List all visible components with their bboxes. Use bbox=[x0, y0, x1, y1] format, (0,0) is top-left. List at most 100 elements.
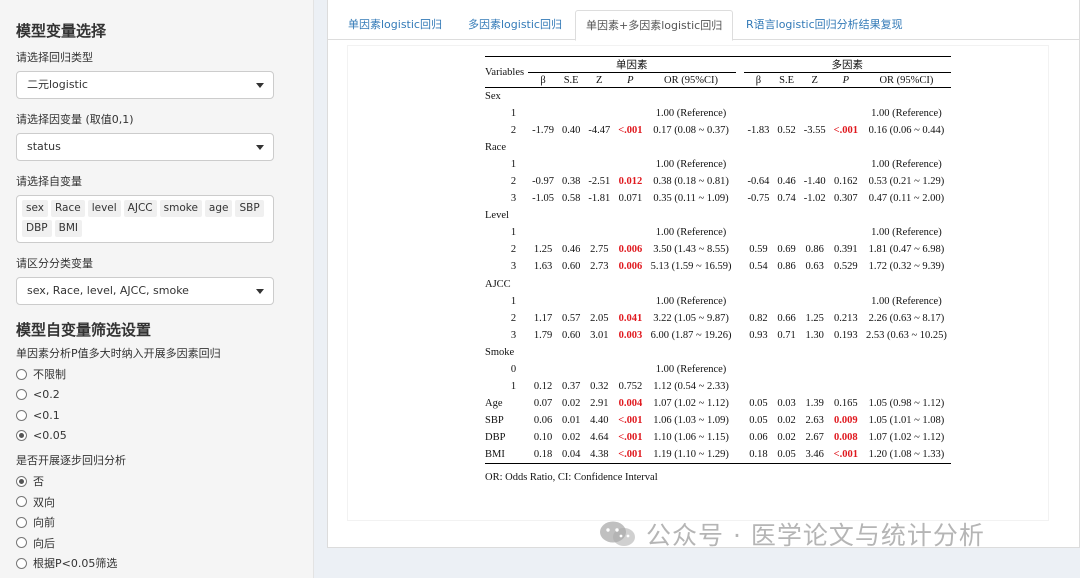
chevron-down-icon bbox=[256, 289, 264, 294]
dep-var-label: 请选择因变量 (取值0,1) bbox=[16, 113, 134, 126]
radio-checked-icon[interactable] bbox=[16, 475, 27, 487]
radio-unchecked-icon[interactable] bbox=[16, 389, 27, 401]
p-threshold-option[interactable]: 不限制 bbox=[16, 364, 297, 385]
table-cell: 0.041 bbox=[618, 312, 643, 324]
indep-var-chip[interactable]: smoke bbox=[159, 200, 202, 217]
row-label: 1 bbox=[510, 381, 517, 393]
table-cell bbox=[744, 105, 774, 122]
row-label: 3 bbox=[510, 329, 517, 341]
radio-unchecked-icon[interactable] bbox=[16, 368, 27, 380]
table-cell: 0.46 bbox=[561, 244, 581, 256]
p-threshold-option[interactable]: <0.2 bbox=[16, 385, 297, 406]
stepwise-option[interactable]: 双向 bbox=[16, 492, 297, 513]
table-cell bbox=[558, 361, 584, 378]
radio-unchecked-icon[interactable] bbox=[16, 496, 27, 508]
radio-unchecked-icon[interactable] bbox=[16, 409, 27, 421]
table-cell: 3.50 (1.43 ~ 8.55) bbox=[653, 244, 729, 256]
table-cell: 1.17 bbox=[533, 312, 553, 324]
table-cell: 0.307 bbox=[833, 193, 858, 205]
row-label: 3 bbox=[510, 193, 517, 205]
wechat-icon bbox=[600, 521, 635, 546]
column-header: P bbox=[627, 74, 634, 86]
tab-r-reproduction[interactable]: R语言logistic回归分析结果复现 bbox=[736, 10, 913, 41]
table-cell: 0.86 bbox=[777, 261, 796, 273]
table-row: 1 1.00 (Reference) 1.00 (Reference) bbox=[485, 293, 951, 310]
tab-bar: 单因素logistic回归 多因素logistic回归 单因素+多因素logis… bbox=[328, 0, 1079, 41]
table-cell bbox=[614, 293, 646, 310]
table-cell: 0.06 bbox=[749, 432, 768, 444]
table-cell bbox=[584, 224, 614, 241]
table-cell: 1.25 bbox=[533, 244, 553, 256]
table-cell: 0.02 bbox=[561, 432, 581, 444]
table-cell: 0.071 bbox=[618, 193, 643, 205]
reg-type-select[interactable]: 二元logistic bbox=[16, 71, 274, 99]
table-row: Level bbox=[485, 207, 951, 224]
row-label: 0 bbox=[510, 364, 517, 376]
table-cell: 0.16 (0.06 ~ 0.44) bbox=[868, 124, 945, 136]
table-cell: 0.82 bbox=[749, 312, 768, 324]
table-row: DBP 0.10 0.02 4.64 <.001 1.10 (1.06 ~ 1.15) 0.… bbox=[485, 429, 951, 446]
table-cell: 1.79 bbox=[533, 329, 553, 341]
table-row: Sex bbox=[485, 88, 951, 105]
table-cell: -1.40 bbox=[803, 176, 826, 188]
tab-univariate[interactable]: 单因素logistic回归 bbox=[338, 10, 452, 41]
row-label: BMI bbox=[485, 449, 505, 461]
table-cell: 0.003 bbox=[618, 329, 643, 341]
table-cell: 1.00 (Reference) bbox=[871, 227, 942, 239]
table-cell: 0.32 bbox=[590, 381, 609, 393]
p-threshold-option[interactable]: <0.1 bbox=[16, 405, 297, 426]
radio-unchecked-icon[interactable] bbox=[16, 537, 27, 549]
column-header: OR (95%CI) bbox=[879, 74, 934, 86]
table-cell: 0.38 bbox=[561, 176, 581, 188]
table-cell: 1.81 (0.47 ~ 6.98) bbox=[868, 244, 945, 256]
table-cell: 6.00 (1.87 ~ 19.26) bbox=[650, 329, 732, 341]
stepwise-option[interactable]: 向后 bbox=[16, 533, 297, 554]
table-cell bbox=[800, 224, 830, 241]
tab-uni-multi[interactable]: 单因素+多因素logistic回归 bbox=[575, 10, 734, 41]
column-header: Z bbox=[811, 74, 818, 86]
indep-var-chip[interactable]: BMI bbox=[54, 220, 82, 237]
watermark-text: 公众号 · 医学论文与统计分析 bbox=[646, 521, 985, 550]
table-cell: 0.37 bbox=[561, 381, 581, 393]
row-label: 2 bbox=[510, 124, 517, 136]
stepwise-option[interactable]: 向前 bbox=[16, 512, 297, 533]
radio-unchecked-icon[interactable] bbox=[16, 557, 27, 569]
row-label: 2 bbox=[510, 176, 517, 188]
indep-var-chip[interactable]: level bbox=[87, 200, 121, 217]
table-row: 2 1.25 0.46 2.75 0.006 3.50 (1.43 ~ 8.55) 0.59… bbox=[485, 241, 951, 258]
table-cell bbox=[800, 378, 830, 395]
table-cell: 0.193 bbox=[833, 329, 858, 341]
dep-var-select[interactable]: status bbox=[16, 133, 274, 161]
watermark: 公众号 · 医学论文与统计分析 bbox=[598, 516, 985, 552]
table-cell: 0.02 bbox=[777, 432, 796, 444]
table-cell: 2.05 bbox=[590, 312, 609, 324]
p-threshold-option[interactable]: <0.05 bbox=[16, 426, 297, 447]
radio-unchecked-icon[interactable] bbox=[16, 516, 27, 528]
indep-var-chip[interactable]: AJCC bbox=[123, 200, 157, 217]
stepwise-option[interactable]: 否 bbox=[16, 471, 297, 492]
indep-var-chip[interactable]: age bbox=[204, 200, 233, 217]
table-cell: <.001 bbox=[618, 124, 643, 136]
stepwise-option[interactable]: 根据P<0.05筛选 bbox=[16, 553, 297, 574]
tab-multivariate[interactable]: 多因素logistic回归 bbox=[458, 10, 572, 41]
table-row: 2 -1.79 0.40 -4.47 <.001 0.17 (0.08 ~ 0.37) -1… bbox=[485, 122, 951, 139]
table-cell: 1.25 bbox=[805, 312, 824, 324]
table-row: Race bbox=[485, 139, 951, 156]
radio-checked-icon[interactable] bbox=[16, 430, 27, 442]
table-cell bbox=[800, 293, 830, 310]
indep-var-chip[interactable]: SBP bbox=[235, 200, 264, 217]
table-cell: 0.66 bbox=[777, 312, 796, 324]
stepwise-option-label: 向后 bbox=[33, 536, 55, 550]
table-row: 3 -1.05 0.58 -1.81 0.071 0.35 (0.11 ~ 1.09) -0… bbox=[485, 190, 951, 207]
row-label: 2 bbox=[510, 312, 517, 324]
indep-var-chip[interactable]: DBP bbox=[22, 220, 52, 237]
indep-var-chip[interactable]: sex bbox=[22, 200, 48, 217]
cat-var-select[interactable]: sex, Race, level, AJCC, smoke bbox=[16, 277, 274, 305]
table-cell bbox=[830, 105, 862, 122]
table-cell: 1.00 (Reference) bbox=[655, 364, 727, 376]
table-row: 3 1.63 0.60 2.73 0.006 5.13 (1.59 ~ 16.59) 0.5… bbox=[485, 258, 951, 275]
indep-var-multiselect[interactable]: sex Race level AJCC smoke age SBP DBP BMI bbox=[16, 195, 274, 243]
table-cell: 0.58 bbox=[561, 193, 581, 205]
indep-var-chip[interactable]: Race bbox=[50, 200, 85, 217]
table-cell bbox=[773, 361, 799, 378]
